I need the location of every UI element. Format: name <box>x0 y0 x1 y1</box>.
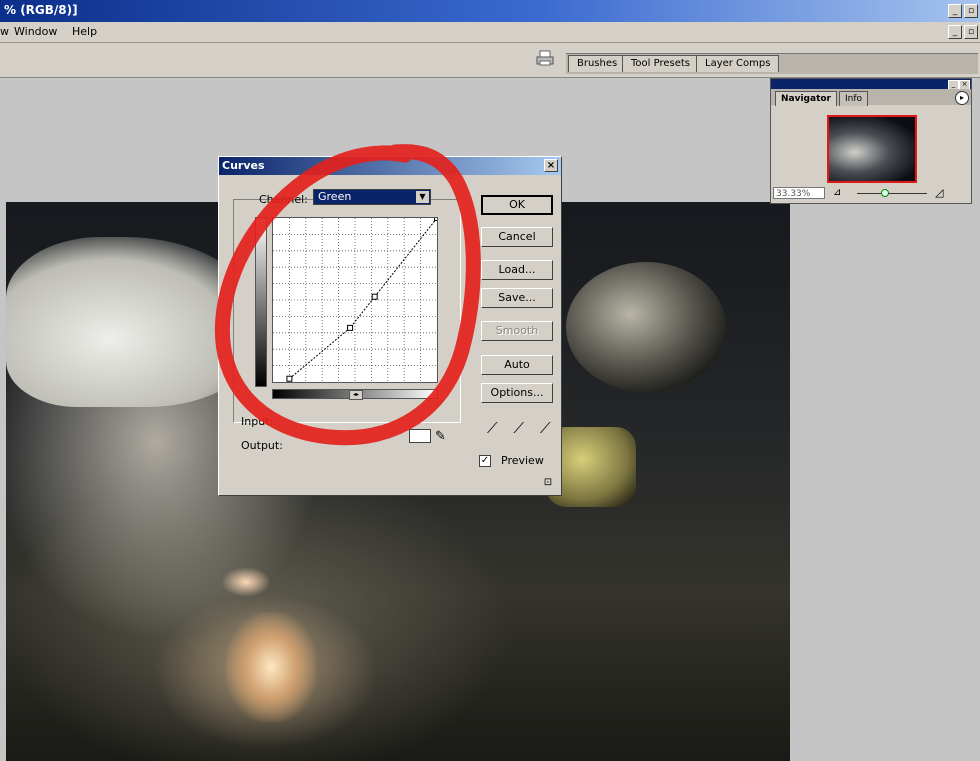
doc-restore-button[interactable]: ▫ <box>964 25 978 39</box>
curve-control-point[interactable] <box>434 215 440 221</box>
eyedropper-group: ⟋ ⟋ ⟋ <box>487 419 551 437</box>
gradient-toggle-icon[interactable]: ◂▸ <box>349 390 363 400</box>
tab-navigator[interactable]: Navigator <box>775 91 837 106</box>
navigator-palette-title-bar[interactable]: _ × <box>771 79 971 90</box>
window-title: % (RGB/8)] <box>4 3 78 17</box>
minimize-button[interactable]: _ <box>948 4 962 18</box>
curve-control-point[interactable] <box>371 293 378 300</box>
photo-light-glow <box>221 567 271 597</box>
input-value-field[interactable] <box>409 429 431 443</box>
photo-sea-fan <box>226 612 316 722</box>
curve-control-point[interactable] <box>347 324 354 331</box>
tab-info[interactable]: Info <box>839 91 869 106</box>
tab-layer-comps[interactable]: Layer Comps <box>696 55 780 72</box>
curves-dialog-title: Curves <box>222 159 265 172</box>
menu-bar: w Window Help _ ▫ <box>0 22 980 43</box>
restore-button[interactable]: ▫ <box>964 4 978 18</box>
navigator-zoom-bar: 33.33% ⊿ ◿ <box>771 185 971 201</box>
smooth-button[interactable]: Smooth <box>481 321 553 341</box>
document-window-controls: _ ▫ <box>948 25 978 39</box>
input-label: Input: <box>241 415 274 428</box>
auto-button[interactable]: Auto <box>481 355 553 375</box>
options-button[interactable]: Options... <box>481 383 553 403</box>
chevron-down-icon[interactable]: ▼ <box>416 191 429 203</box>
preview-checkbox[interactable]: ✓ <box>479 455 491 467</box>
navigator-tab-strip: Navigator Info ▸ <box>771 89 971 106</box>
pencil-icon[interactable]: ✎ <box>435 429 446 444</box>
preview-label: Preview <box>501 454 544 467</box>
zoom-out-icon[interactable]: ⊿ <box>833 187 841 198</box>
zoom-field[interactable]: 33.33% <box>773 187 825 199</box>
palette-menu-icon[interactable]: ▸ <box>955 91 969 105</box>
load-button[interactable]: Load... <box>481 260 553 280</box>
menu-item-window[interactable]: Window <box>14 25 57 38</box>
close-icon[interactable]: × <box>544 159 558 172</box>
palette-well: Brushes Tool Presets Layer Comps <box>566 53 978 74</box>
cancel-button[interactable]: Cancel <box>481 227 553 247</box>
menu-item-help[interactable]: Help <box>72 25 97 38</box>
app-title-bar: % (RGB/8)] _ ▫ <box>0 0 980 22</box>
curve-graph[interactable] <box>272 215 440 383</box>
curves-dialog: Curves × Channel: Green ▼ ◂▸ Input: Outp… <box>218 156 562 496</box>
menu-item-view[interactable]: w <box>0 25 9 38</box>
zoom-in-icon[interactable]: ◿ <box>935 186 943 199</box>
curves-dialog-title-bar[interactable]: Curves × <box>219 157 561 175</box>
navigator-thumbnail[interactable] <box>827 115 917 183</box>
curve-line[interactable] <box>289 217 438 380</box>
window-controls: _ ▫ <box>948 4 978 18</box>
expand-icon[interactable]: ⊡ <box>541 477 555 489</box>
channel-select-value: Green <box>318 190 352 203</box>
channel-select[interactable]: Green ▼ <box>313 189 431 205</box>
tab-brushes[interactable]: Brushes <box>568 55 627 72</box>
black-eyedropper-icon[interactable]: ⟋ <box>487 419 498 437</box>
channel-label: Channel: <box>259 193 308 206</box>
ok-button[interactable]: OK <box>481 195 553 215</box>
zoom-slider-handle[interactable] <box>881 189 889 197</box>
save-button[interactable]: Save... <box>481 288 553 308</box>
gray-eyedropper-icon[interactable]: ⟋ <box>514 419 525 437</box>
printer-icon[interactable] <box>536 49 554 67</box>
input-gradient-bar: ◂▸ <box>272 389 438 400</box>
output-gradient-bar <box>255 217 267 387</box>
curve-graph-svg[interactable] <box>273 215 440 382</box>
options-bar: Brushes Tool Presets Layer Comps <box>0 43 980 78</box>
tab-tool-presets[interactable]: Tool Presets <box>622 55 699 72</box>
curve-control-point[interactable] <box>286 375 293 382</box>
white-eyedropper-icon[interactable]: ⟋ <box>540 419 551 437</box>
navigator-palette: _ × Navigator Info ▸ 33.33% ⊿ ◿ <box>770 78 972 204</box>
photo-diver <box>566 262 726 392</box>
doc-minimize-button[interactable]: _ <box>948 25 962 39</box>
zoom-slider-track[interactable] <box>857 193 927 194</box>
output-label: Output: <box>241 439 283 452</box>
